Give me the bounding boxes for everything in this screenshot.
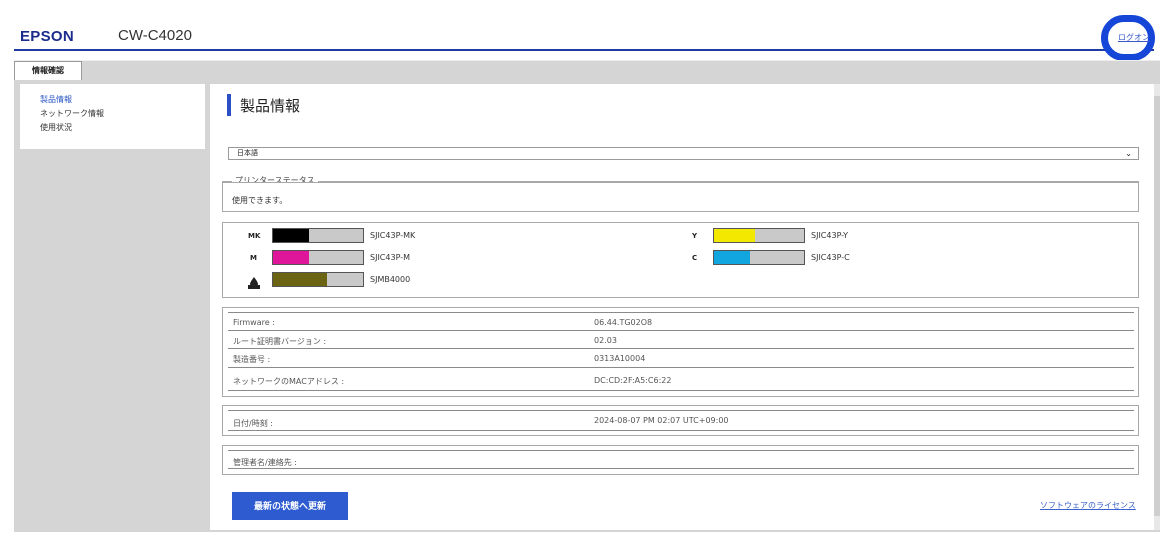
ink-bar-maintenance <box>272 272 364 287</box>
row-divider <box>228 367 1134 368</box>
mac-label: ネットワークのMACアドレス : <box>233 377 345 386</box>
ink-name-mk: SJIC43P-MK <box>370 231 416 240</box>
row-divider <box>228 410 1134 411</box>
row-divider <box>228 450 1134 451</box>
ink-fill-mk <box>273 229 309 242</box>
ink-name-y: SJIC43P-Y <box>811 231 849 240</box>
ink-fill-m <box>273 251 309 264</box>
language-value: 日本語 <box>237 149 258 157</box>
ink-fill-y <box>714 229 755 242</box>
scrollbar-thumb[interactable] <box>1154 96 1160 516</box>
brand-logo: EPSON <box>20 28 75 45</box>
header: EPSON CW-C4020 ログオン <box>0 0 1160 61</box>
firmware-label: Firmware : <box>233 318 275 327</box>
title-accent <box>227 94 231 116</box>
root-cert-label: ルート証明書バージョン : <box>233 337 327 346</box>
tab-bar: 情報確認 <box>14 60 1160 81</box>
chevron-down-icon: ⌄ <box>1125 149 1132 158</box>
sidebar-item-product-info[interactable]: 製品情報 <box>40 94 72 105</box>
ink-fill-c <box>714 251 750 264</box>
page-title: 製品情報 <box>240 97 301 115</box>
ink-name-maintenance: SJMB4000 <box>370 275 411 284</box>
status-text: 使用できます。 <box>232 196 288 205</box>
device-info-box <box>222 307 1139 397</box>
firmware-value: 06.44.TG02O8 <box>594 318 653 327</box>
serial-value: 0313A10004 <box>594 354 646 363</box>
ink-name-m: SJIC43P-M <box>370 253 410 262</box>
refresh-button[interactable]: 最新の状態へ更新 <box>232 492 348 520</box>
row-divider <box>228 390 1134 391</box>
datetime-value: 2024-08-07 PM 02:07 UTC+09:00 <box>594 416 729 425</box>
ink-label-y: Y <box>692 232 698 240</box>
sidebar-item-network-info[interactable]: ネットワーク情報 <box>40 108 104 119</box>
row-divider <box>228 468 1134 469</box>
root-cert-value: 02.03 <box>594 336 617 345</box>
model-name: CW-C4020 <box>118 27 192 44</box>
ink-bar-m <box>272 250 364 265</box>
status-box <box>222 182 1139 212</box>
sidebar-item-usage[interactable]: 使用状況 <box>40 122 72 133</box>
software-license-link[interactable]: ソフトウェアのライセンス <box>1040 500 1136 511</box>
row-divider <box>228 430 1134 431</box>
admin-label: 管理者名/連絡先 : <box>233 458 297 467</box>
ink-bar-mk <box>272 228 364 243</box>
mac-value: DC:CD:2F:A5:C6:22 <box>594 376 672 385</box>
ink-fill-maintenance <box>273 273 327 286</box>
ink-label-mk: MK <box>248 232 261 240</box>
row-divider <box>228 330 1134 331</box>
ink-name-c: SJIC43P-C <box>811 253 850 262</box>
ink-label-c: C <box>692 254 698 262</box>
row-divider <box>228 312 1134 313</box>
datetime-label: 日付/時刻 : <box>233 419 273 428</box>
header-divider <box>14 49 1154 51</box>
ink-bar-c <box>713 250 805 265</box>
row-divider <box>228 348 1134 349</box>
ink-bar-y <box>713 228 805 243</box>
logon-link[interactable]: ログオン <box>1118 32 1150 43</box>
sidebar: 製品情報 ネットワーク情報 使用状況 <box>20 84 205 149</box>
tab-info-check[interactable]: 情報確認 <box>14 61 82 81</box>
maintenance-box-icon <box>247 275 261 289</box>
serial-label: 製造番号 : <box>233 355 271 364</box>
language-select[interactable]: 日本語 ⌄ <box>228 147 1139 160</box>
ink-label-m: M <box>250 254 257 262</box>
